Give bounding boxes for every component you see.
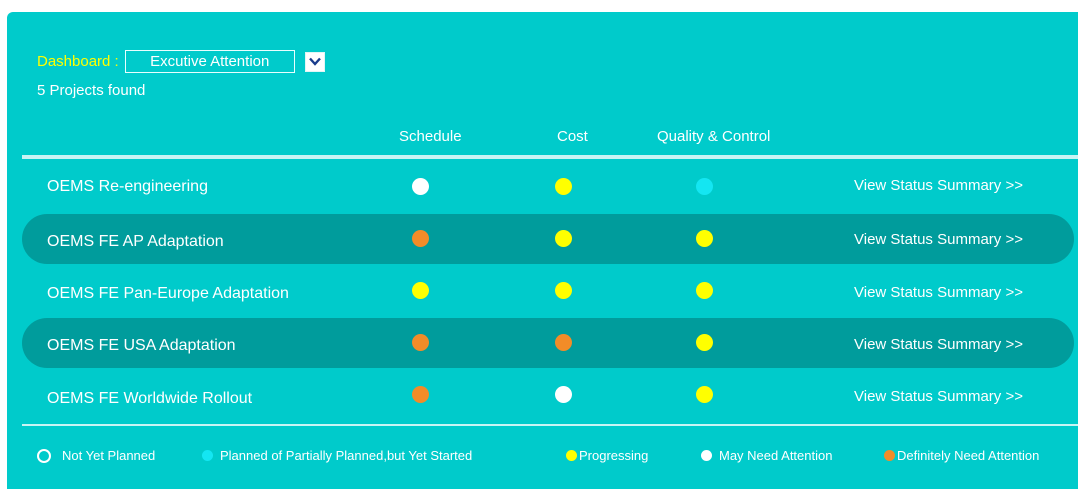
column-header-quality: Quality & Control <box>657 128 771 145</box>
project-row: OEMS FE Pan-Europe Adaptation View Statu… <box>22 266 1074 316</box>
project-row: OEMS FE Worldwide Rollout View Status Su… <box>22 370 1074 420</box>
hollow-circle-icon <box>37 448 51 463</box>
quality-status-dot <box>696 386 713 403</box>
project-row: OEMS FE USA Adaptation View Status Summa… <box>22 318 1074 368</box>
project-row: OEMS Re-engineering View Status Summary … <box>22 162 1074 212</box>
project-name: OEMS Re-engineering <box>47 178 208 195</box>
project-name: OEMS FE AP Adaptation <box>47 233 224 250</box>
cost-status-dot <box>555 178 572 195</box>
dashboard-selector-row: Dashboard : Excutive Attention <box>37 50 325 73</box>
dashboard-select[interactable]: Excutive Attention <box>124 50 295 73</box>
quality-status-dot <box>696 178 713 195</box>
schedule-status-dot <box>412 334 429 351</box>
view-status-summary-link[interactable]: View Status Summary >> <box>854 231 1023 248</box>
header-divider <box>22 155 1078 159</box>
chevron-down-icon <box>308 57 321 66</box>
white-dot-icon <box>701 450 712 461</box>
orange-dot-icon <box>884 450 895 461</box>
project-name: OEMS FE Pan-Europe Adaptation <box>47 285 289 302</box>
quality-status-dot <box>696 334 713 351</box>
legend-planned: Planned of Partially Planned,but Yet Sta… <box>202 448 472 463</box>
view-status-summary-link[interactable]: View Status Summary >> <box>854 177 1023 194</box>
cost-status-dot <box>555 282 572 299</box>
legend-label: Planned of Partially Planned,but Yet Sta… <box>220 448 473 463</box>
dashboard-panel: Dashboard : Excutive Attention 5 Project… <box>7 12 1078 489</box>
projects-found-count: 5 Projects found <box>37 82 146 99</box>
dropdown-button[interactable] <box>304 51 325 72</box>
schedule-status-dot <box>412 178 429 195</box>
legend-progressing: Progressing <box>566 448 648 463</box>
legend-label: Progressing <box>579 448 649 463</box>
project-name: OEMS FE USA Adaptation <box>47 337 236 354</box>
column-header-schedule: Schedule <box>399 128 462 145</box>
legend-not-planned: Not Yet Planned <box>37 448 155 463</box>
schedule-status-dot <box>412 386 429 403</box>
legend-definitely-need-attention: Definitely Need Attention <box>884 448 1039 463</box>
cyan-dot-icon <box>202 450 213 461</box>
legend-may-need-attention: May Need Attention <box>701 448 832 463</box>
view-status-summary-link[interactable]: View Status Summary >> <box>854 336 1023 353</box>
cost-status-dot <box>555 386 572 403</box>
project-row: OEMS FE AP Adaptation View Status Summar… <box>22 214 1074 264</box>
schedule-status-dot <box>412 230 429 247</box>
footer-divider <box>22 424 1078 426</box>
view-status-summary-link[interactable]: View Status Summary >> <box>854 284 1023 301</box>
legend-label: Not Yet Planned <box>62 448 156 463</box>
project-name: OEMS FE Worldwide Rollout <box>47 390 253 407</box>
yellow-dot-icon <box>566 450 577 461</box>
quality-status-dot <box>696 230 713 247</box>
schedule-status-dot <box>412 282 429 299</box>
column-header-cost: Cost <box>557 128 588 145</box>
legend-label: May Need Attention <box>719 448 833 463</box>
cost-status-dot <box>555 230 572 247</box>
quality-status-dot <box>696 282 713 299</box>
dashboard-label: Dashboard : <box>37 53 119 70</box>
legend-label: Definitely Need Attention <box>897 448 1040 463</box>
view-status-summary-link[interactable]: View Status Summary >> <box>854 388 1023 405</box>
cost-status-dot <box>555 334 572 351</box>
